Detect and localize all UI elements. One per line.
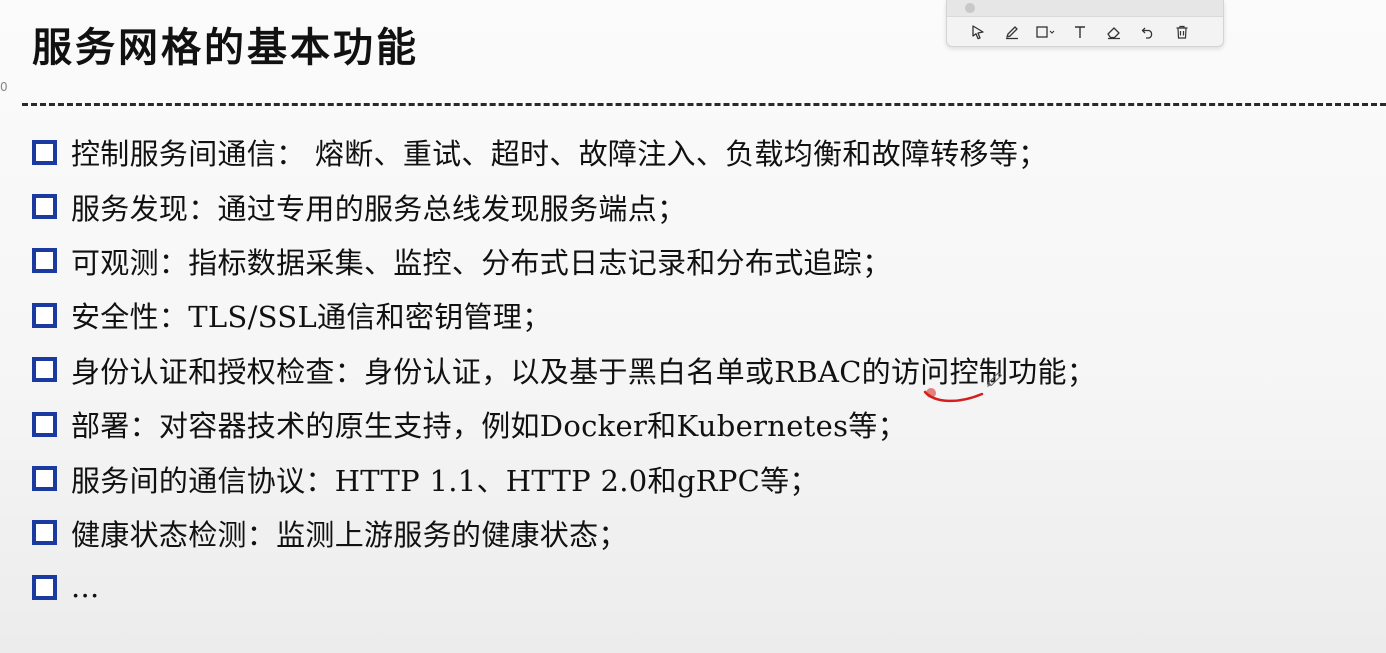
pen-dot — [926, 388, 936, 398]
shape-icon — [1036, 26, 1055, 38]
toolbar-tools — [947, 17, 1223, 47]
eraser-icon — [1107, 27, 1120, 40]
pen-cursor-icon — [987, 371, 1003, 387]
trash-icon — [1176, 25, 1188, 39]
toolbar-drag-handle[interactable] — [947, 0, 1223, 17]
pen-annotation — [923, 371, 1003, 403]
text-tool-button[interactable] — [1063, 19, 1097, 45]
text-icon — [1075, 26, 1085, 38]
delete-tool-button[interactable] — [1165, 19, 1199, 45]
pen-tool-button[interactable] — [995, 19, 1029, 45]
pen-icon — [1006, 26, 1018, 40]
shape-tool-button[interactable] — [1029, 19, 1063, 45]
toolbar-dot-icon — [965, 3, 975, 13]
annotation-toolbar — [946, 0, 1224, 47]
undo-icon — [1141, 27, 1153, 39]
eraser-tool-button[interactable] — [1097, 19, 1131, 45]
select-icon — [972, 25, 984, 40]
undo-tool-button[interactable] — [1131, 19, 1165, 45]
slide: 0 服务网格的基本功能 控制服务间通信： 熔断、重试、超时、故障注入、负载均衡和… — [0, 0, 1386, 653]
select-tool-button[interactable] — [961, 19, 995, 45]
